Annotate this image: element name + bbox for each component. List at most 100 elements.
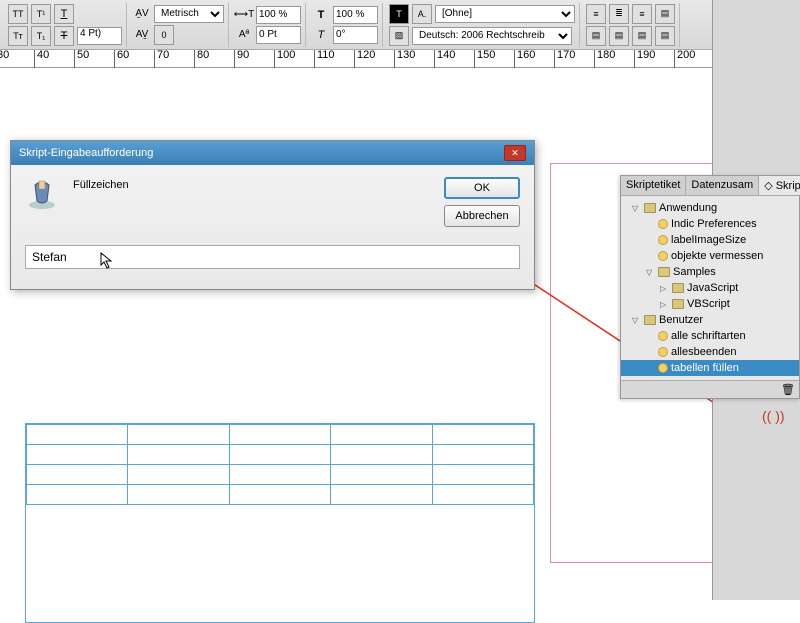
ruler-tick: 170 bbox=[554, 50, 575, 68]
tree-script[interactable]: objekte vermessen bbox=[621, 248, 799, 264]
ruler-tick: 120 bbox=[354, 50, 375, 68]
align-center-icon[interactable]: ≣ bbox=[609, 4, 629, 24]
scripts-panel: Skriptetiket Datenzusam ◇ Skripte ▽ Anwen… bbox=[620, 175, 800, 399]
dialog-prompt-label: Füllzeichen bbox=[73, 177, 430, 191]
tab-skripte[interactable]: ◇ Skripte bbox=[759, 176, 800, 195]
justify-right-icon[interactable]: ▤ bbox=[632, 26, 652, 46]
justify-all-icon[interactable]: ▤ bbox=[655, 26, 675, 46]
panel-footer: 🗑 bbox=[621, 380, 799, 398]
ruler-tick: 100 bbox=[274, 50, 295, 68]
ruler-tick: 140 bbox=[434, 50, 455, 68]
tree-item-label: Indic Preferences bbox=[671, 218, 757, 230]
no-fill-icon[interactable]: ▨ bbox=[389, 26, 409, 46]
ruler-tick: 180 bbox=[594, 50, 615, 68]
char-style-icon: A. bbox=[412, 4, 432, 24]
tree-item-label: tabellen füllen bbox=[671, 362, 739, 374]
justify-icon[interactable]: ▤ bbox=[655, 4, 675, 24]
align-right-icon[interactable]: ≡ bbox=[632, 4, 652, 24]
script-icon bbox=[658, 363, 668, 373]
all-caps-icon[interactable]: TT bbox=[8, 4, 28, 24]
chevron-icon[interactable]: ▽ bbox=[646, 268, 655, 277]
strikethrough-icon[interactable]: T bbox=[54, 26, 74, 46]
small-caps-icon[interactable]: Tᴛ bbox=[8, 26, 28, 46]
char-style-select[interactable]: [Ohne] bbox=[435, 5, 575, 23]
trash-icon[interactable]: 🗑 bbox=[781, 383, 795, 396]
tree-script[interactable]: labelImageSize bbox=[621, 232, 799, 248]
tree-folder[interactable]: ▽ Samples bbox=[621, 264, 799, 280]
ruler-tick: 80 bbox=[194, 50, 209, 68]
table-frame[interactable] bbox=[25, 423, 535, 623]
folder-icon bbox=[672, 299, 684, 309]
folder-icon bbox=[644, 203, 656, 213]
dialog-title-text: Skript-Eingabeaufforderung bbox=[19, 147, 153, 159]
tree-item-label: alle schriftarten bbox=[671, 330, 746, 342]
fill-swatch-icon[interactable]: T bbox=[389, 4, 409, 24]
tab-datenzusam[interactable]: Datenzusam bbox=[686, 176, 759, 195]
tree-item-label: allesbeenden bbox=[671, 346, 736, 358]
underline-icon[interactable]: T bbox=[54, 4, 74, 24]
horizontal-scale-icon: ⟷T bbox=[235, 6, 253, 24]
language-select[interactable]: Deutsch: 2006 Rechtschreib bbox=[412, 27, 572, 45]
tab-skriptetikett[interactable]: Skriptetiket bbox=[621, 176, 686, 195]
tree-folder[interactable]: ▽ Benutzer bbox=[621, 312, 799, 328]
chevron-icon[interactable]: ▽ bbox=[632, 316, 641, 325]
ruler-tick: 160 bbox=[514, 50, 535, 68]
stepper-icon[interactable]: 0 bbox=[154, 25, 174, 45]
chevron-icon[interactable]: ▷ bbox=[660, 284, 669, 293]
tree-folder[interactable]: ▽ Anwendung bbox=[621, 200, 799, 216]
hscale-field[interactable] bbox=[256, 6, 301, 24]
dialog-titlebar: Skript-Eingabeaufforderung ✕ bbox=[11, 141, 534, 165]
ruler-tick: 60 bbox=[114, 50, 129, 68]
vscale-field[interactable] bbox=[333, 6, 378, 24]
ruler-tick: 150 bbox=[474, 50, 495, 68]
tree-script[interactable]: allesbeenden bbox=[621, 344, 799, 360]
ruler-tick: 90 bbox=[234, 50, 249, 68]
justify-left-icon[interactable]: ▤ bbox=[586, 26, 606, 46]
script-icon bbox=[658, 219, 668, 229]
chevron-icon[interactable]: ▷ bbox=[660, 300, 669, 309]
ok-button[interactable]: OK bbox=[444, 177, 520, 199]
skew-icon: T bbox=[312, 26, 330, 44]
tree-item-label: objekte vermessen bbox=[671, 250, 763, 262]
tree-script[interactable]: alle schriftarten bbox=[621, 328, 799, 344]
subscript-icon[interactable]: T₁ bbox=[31, 26, 51, 46]
prompt-input[interactable] bbox=[25, 245, 520, 269]
justify-center-icon[interactable]: ▤ bbox=[609, 26, 629, 46]
script-icon bbox=[658, 331, 668, 341]
tracking-icon: AV̱ bbox=[133, 26, 151, 44]
superscript-icon[interactable]: T¹ bbox=[31, 4, 51, 24]
attention-mark-icon: (( )) bbox=[762, 408, 785, 424]
baseline-field[interactable] bbox=[256, 26, 301, 44]
ruler-tick: 70 bbox=[154, 50, 169, 68]
script-icon bbox=[658, 235, 668, 245]
tree-item-label: Benutzer bbox=[659, 314, 703, 326]
units-select[interactable]: Metrisch bbox=[154, 5, 224, 23]
ruler-tick: 200 bbox=[674, 50, 695, 68]
cancel-button[interactable]: Abbrechen bbox=[444, 205, 520, 227]
tree-item-label: Samples bbox=[673, 266, 716, 278]
tree-script[interactable]: Indic Preferences bbox=[621, 216, 799, 232]
tree-folder[interactable]: ▷VBScript bbox=[621, 296, 799, 312]
tree-folder[interactable]: ▷JavaScript bbox=[621, 280, 799, 296]
ruler-tick: 110 bbox=[314, 50, 335, 68]
script-icon bbox=[658, 251, 668, 261]
skew-field[interactable] bbox=[333, 26, 378, 44]
folder-icon bbox=[672, 283, 684, 293]
top-toolbar: TT T¹ T Tᴛ T₁ T 4 Pt) A̱V Metrisch AV̱ 0… bbox=[0, 0, 800, 50]
horizontal-ruler: 3040506070809010011012013014015016017018… bbox=[0, 50, 800, 68]
close-icon[interactable]: ✕ bbox=[504, 145, 526, 161]
panel-tabs: Skriptetiket Datenzusam ◇ Skripte bbox=[621, 176, 799, 196]
chevron-icon bbox=[646, 348, 655, 357]
tree-item-label: Anwendung bbox=[659, 202, 717, 214]
empty-table[interactable] bbox=[26, 424, 534, 505]
leading-field[interactable]: 4 Pt) bbox=[77, 27, 122, 45]
script-prompt-dialog: Skript-Eingabeaufforderung ✕ Füllzeichen… bbox=[10, 140, 535, 290]
ruler-tick: 40 bbox=[34, 50, 49, 68]
chevron-icon bbox=[646, 220, 655, 229]
folder-icon bbox=[644, 315, 656, 325]
tree-script[interactable]: tabellen füllen bbox=[621, 360, 799, 376]
chevron-icon[interactable]: ▽ bbox=[632, 204, 641, 213]
ruler-tick: 30 bbox=[0, 50, 9, 68]
align-left-icon[interactable]: ≡ bbox=[586, 4, 606, 24]
baseline-shift-icon: Aª bbox=[235, 26, 253, 44]
